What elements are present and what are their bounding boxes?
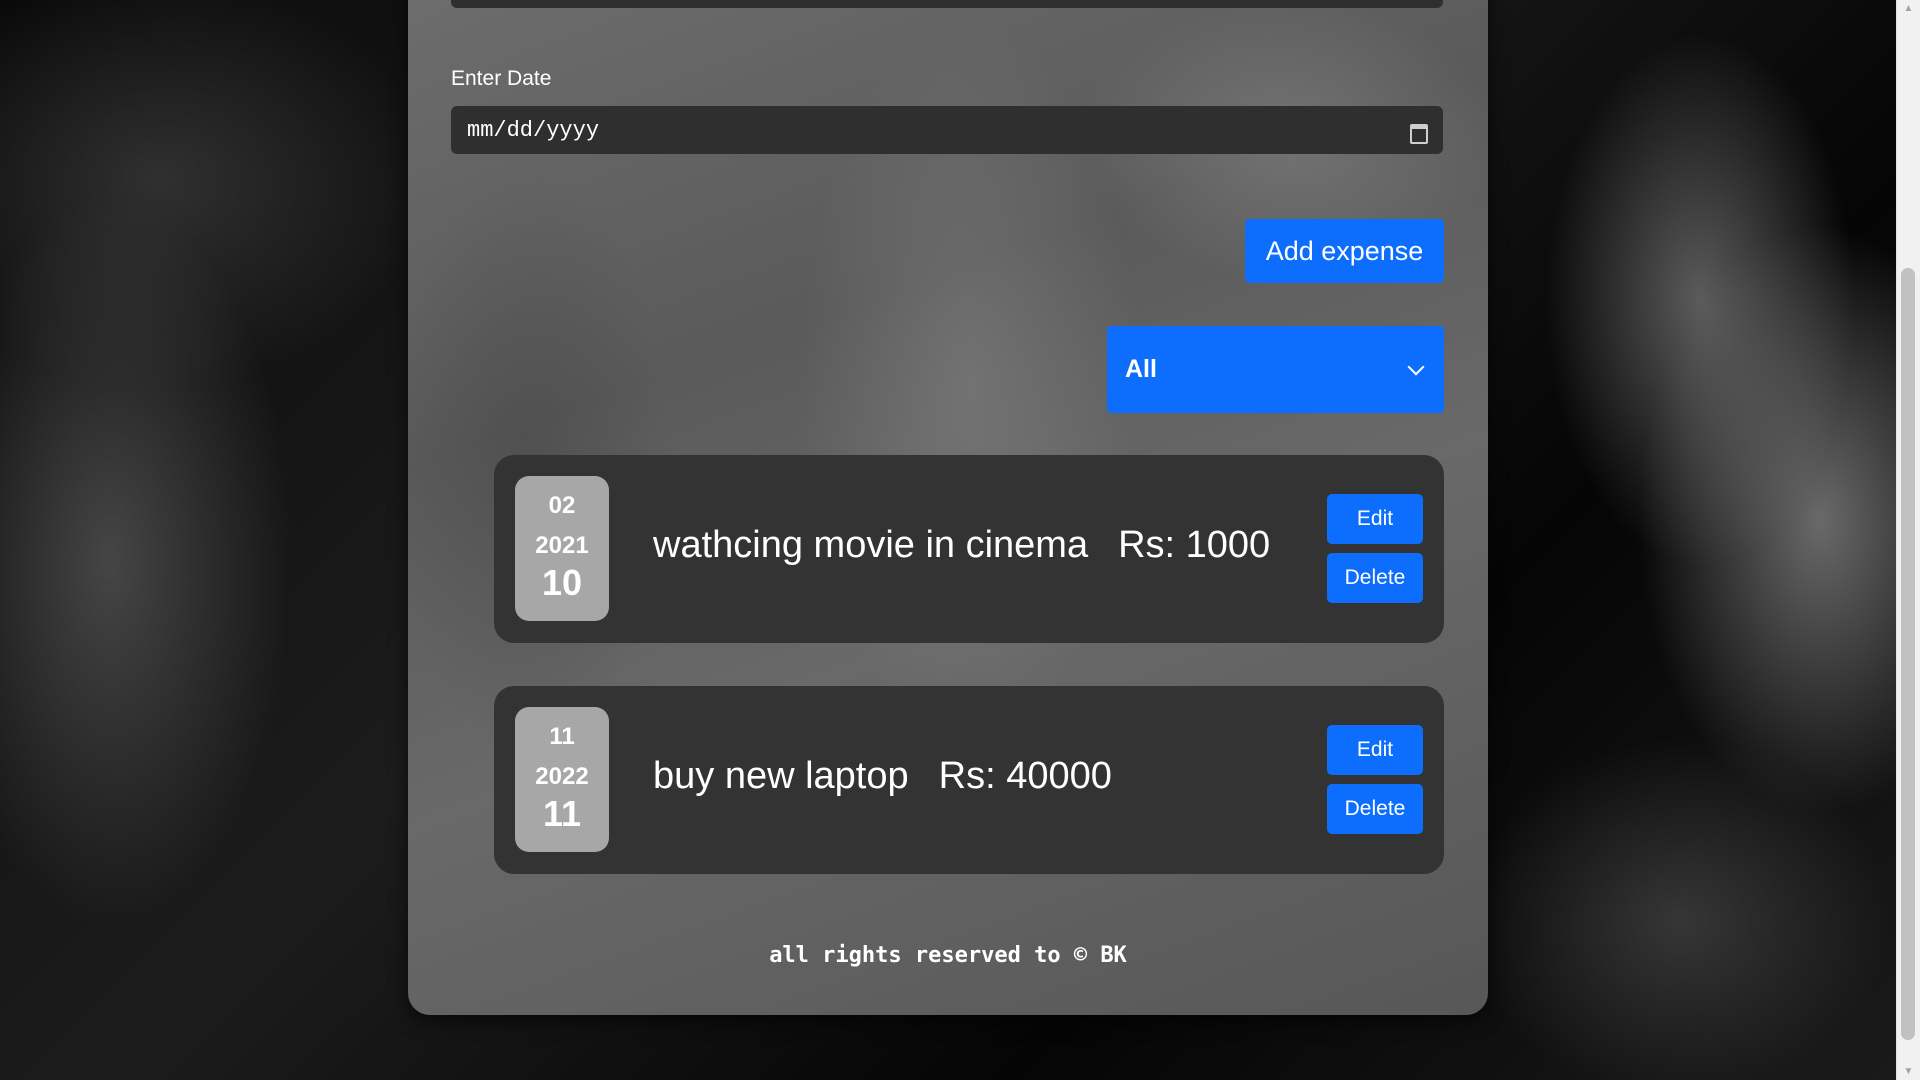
- price-input[interactable]: [451, 0, 1443, 8]
- scroll-down-arrow-icon[interactable]: ▼: [1897, 1063, 1920, 1080]
- vertical-scrollbar[interactable]: ▲ ▼: [1896, 0, 1920, 1080]
- date-input[interactable]: mm/dd/yyyy: [451, 106, 1443, 154]
- expense-item: 02 2021 10 wathcing movie in cinema Rs: 1…: [494, 455, 1444, 643]
- calendar-icon[interactable]: [1409, 121, 1428, 144]
- delete-button[interactable]: Delete: [1327, 553, 1423, 603]
- date-label: Enter Date: [451, 67, 552, 90]
- expense-date-year: 2021: [535, 532, 589, 559]
- expense-date: 02 2021 10: [515, 476, 609, 621]
- expense-item: 11 2022 11 buy new laptop Rs: 40000 Edit …: [494, 686, 1444, 874]
- edit-button[interactable]: Edit: [1327, 494, 1423, 544]
- expense-title: wathcing movie in cinema: [653, 524, 1089, 566]
- scrollbar-thumb[interactable]: [1901, 268, 1915, 1040]
- expense-date-month: 02: [548, 492, 576, 519]
- expense-details: wathcing movie in cinema Rs: 1000: [653, 524, 1270, 567]
- add-expense-button[interactable]: Add expense: [1245, 219, 1444, 283]
- expense-date-year: 2022: [535, 763, 589, 790]
- expense-date: 11 2022 11: [515, 707, 609, 852]
- expense-amount: Rs: 1000: [1118, 524, 1271, 566]
- expense-details: buy new laptop Rs: 40000: [653, 755, 1112, 798]
- footer-text: all rights reserved to © BK: [769, 943, 1127, 968]
- expense-date-day: 10: [541, 562, 583, 603]
- delete-button[interactable]: Delete: [1327, 784, 1423, 834]
- expense-date-month: 11: [549, 723, 575, 750]
- edit-button[interactable]: Edit: [1327, 725, 1423, 775]
- scroll-up-arrow-icon[interactable]: ▲: [1897, 0, 1920, 17]
- expense-date-day: 11: [542, 793, 582, 834]
- filter-selected-value: All: [1125, 355, 1157, 383]
- filter-select[interactable]: All: [1107, 326, 1444, 413]
- chevron-down-icon: [1407, 358, 1425, 375]
- expense-amount: Rs: 40000: [938, 755, 1112, 797]
- expense-title: buy new laptop: [653, 755, 909, 797]
- date-input-value: mm/dd/yyyy: [467, 117, 600, 143]
- expense-panel: Enter Date mm/dd/yyyy Add expense All 02…: [408, 0, 1488, 1015]
